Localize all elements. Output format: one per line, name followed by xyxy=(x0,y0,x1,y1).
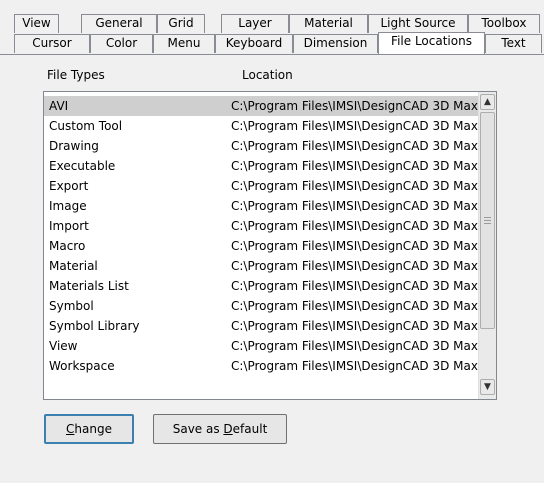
list-item[interactable]: View C:\Program Files\IMSI\DesignCAD 3D M… xyxy=(44,336,480,356)
list-item[interactable]: Custom Tool C:\Program Files\IMSI\DesignC… xyxy=(44,116,480,136)
tab-layer[interactable]: Layer xyxy=(221,14,289,33)
scroll-up-button[interactable]: ▲ xyxy=(480,94,495,110)
list-item-type: View xyxy=(49,339,78,353)
vertical-scrollbar[interactable]: ▲ ▼ xyxy=(478,92,496,399)
list-item-location: C:\Program Files\IMSI\DesignCAD 3D Max xyxy=(231,219,478,233)
tab-grid[interactable]: Grid xyxy=(157,14,205,33)
chevron-up-icon: ▲ xyxy=(484,97,491,107)
list-item-location: C:\Program Files\IMSI\DesignCAD 3D Max xyxy=(231,239,478,253)
tab-light-source[interactable]: Light Source xyxy=(368,14,468,33)
list-item-type: Drawing xyxy=(49,139,99,153)
column-header-location: Location xyxy=(242,68,293,82)
save-as-default-button[interactable]: Save as Default xyxy=(153,414,287,444)
list-item[interactable]: Material C:\Program Files\IMSI\DesignCAD … xyxy=(44,256,480,276)
chevron-down-icon: ▼ xyxy=(484,382,491,392)
tab-menu[interactable]: Menu xyxy=(153,34,215,53)
list-item-type: Custom Tool xyxy=(49,119,123,133)
tab-text[interactable]: Text xyxy=(485,34,542,53)
list-item-type: Materials List xyxy=(49,279,129,293)
list-item-location: C:\Program Files\IMSI\DesignCAD 3D Max xyxy=(231,119,478,133)
tab-cursor[interactable]: Cursor xyxy=(14,34,90,53)
list-item[interactable]: Executable C:\Program Files\IMSI\DesignCA… xyxy=(44,156,480,176)
list-item-type: Import xyxy=(49,219,89,233)
list-item[interactable]: Materials List C:\Program Files\IMSI\Desi… xyxy=(44,276,480,296)
list-item-type: Executable xyxy=(49,159,116,173)
list-item[interactable]: Symbol C:\Program Files\IMSI\DesignCAD 3D… xyxy=(44,296,480,316)
tab-dimension[interactable]: Dimension xyxy=(293,34,378,53)
list-item-location: C:\Program Files\IMSI\DesignCAD 3D Max xyxy=(231,159,478,173)
list-item-type: Material xyxy=(49,259,98,273)
list-item-type: Macro xyxy=(49,239,86,253)
list-item-type: Symbol xyxy=(49,299,94,313)
list-item-location: C:\Program Files\IMSI\DesignCAD 3D Max xyxy=(231,339,478,353)
save-label-rest: efault xyxy=(232,422,268,436)
tab-view[interactable]: View xyxy=(14,14,59,33)
list-item[interactable]: Drawing C:\Program Files\IMSI\DesignCAD 3… xyxy=(44,136,480,156)
tab-file-locations[interactable]: File Locations xyxy=(378,32,485,54)
list-item-type: Workspace xyxy=(49,359,115,373)
list-item-type: AVI xyxy=(49,99,69,113)
list-item-location: C:\Program Files\IMSI\DesignCAD 3D Max xyxy=(231,179,478,193)
column-header-file-types: File Types xyxy=(47,68,105,82)
list-item-location: C:\Program Files\IMSI\DesignCAD 3D Max xyxy=(231,199,478,213)
list-item[interactable]: Symbol Library C:\Program Files\IMSI\Desi… xyxy=(44,316,480,336)
list-item[interactable]: Export C:\Program Files\IMSI\DesignCAD 3D… xyxy=(44,176,480,196)
list-item-location: C:\Program Files\IMSI\DesignCAD 3D Max xyxy=(231,359,478,373)
tab-general[interactable]: General xyxy=(81,14,157,33)
list-item-location: C:\Program Files\IMSI\DesignCAD 3D Max xyxy=(231,279,478,293)
tab-material[interactable]: Material xyxy=(289,14,368,33)
scrollbar-thumb[interactable] xyxy=(480,112,495,329)
list-item[interactable]: Macro C:\Program Files\IMSI\DesignCAD 3D … xyxy=(44,236,480,256)
change-button[interactable]: Change xyxy=(44,414,134,444)
list-item-type: Symbol Library xyxy=(49,319,140,333)
save-label-prefix: Save as xyxy=(172,422,224,436)
list-item-type: Image xyxy=(49,199,87,213)
list-item[interactable]: Image C:\Program Files\IMSI\DesignCAD 3D … xyxy=(44,196,480,216)
list-item-type: Export xyxy=(49,179,89,193)
change-label: hange xyxy=(74,422,112,436)
tab-toolbox[interactable]: Toolbox xyxy=(468,14,540,33)
list-item-location: C:\Program Files\IMSI\DesignCAD 3D Max xyxy=(231,139,478,153)
file-locations-list[interactable]: AVI C:\Program Files\IMSI\DesignCAD 3D Ma… xyxy=(43,91,497,400)
save-mnemonic: D xyxy=(223,422,233,436)
list-item-location: C:\Program Files\IMSI\DesignCAD 3D Max xyxy=(231,259,478,273)
list-item-location: C:\Program Files\IMSI\DesignCAD 3D Max xyxy=(231,319,478,333)
scroll-down-button[interactable]: ▼ xyxy=(480,379,495,395)
tab-color[interactable]: Color xyxy=(90,34,153,53)
list-item[interactable]: Import C:\Program Files\IMSI\DesignCAD 3D… xyxy=(44,216,480,236)
list-item[interactable]: AVI C:\Program Files\IMSI\DesignCAD 3D Ma… xyxy=(44,96,480,116)
list-item-location: C:\Program Files\IMSI\DesignCAD 3D Max xyxy=(231,99,478,113)
list-item[interactable]: Workspace C:\Program Files\IMSI\DesignCAD… xyxy=(44,356,480,376)
tab-keyboard[interactable]: Keyboard xyxy=(215,34,293,53)
list-item-location: C:\Program Files\IMSI\DesignCAD 3D Max xyxy=(231,299,478,313)
